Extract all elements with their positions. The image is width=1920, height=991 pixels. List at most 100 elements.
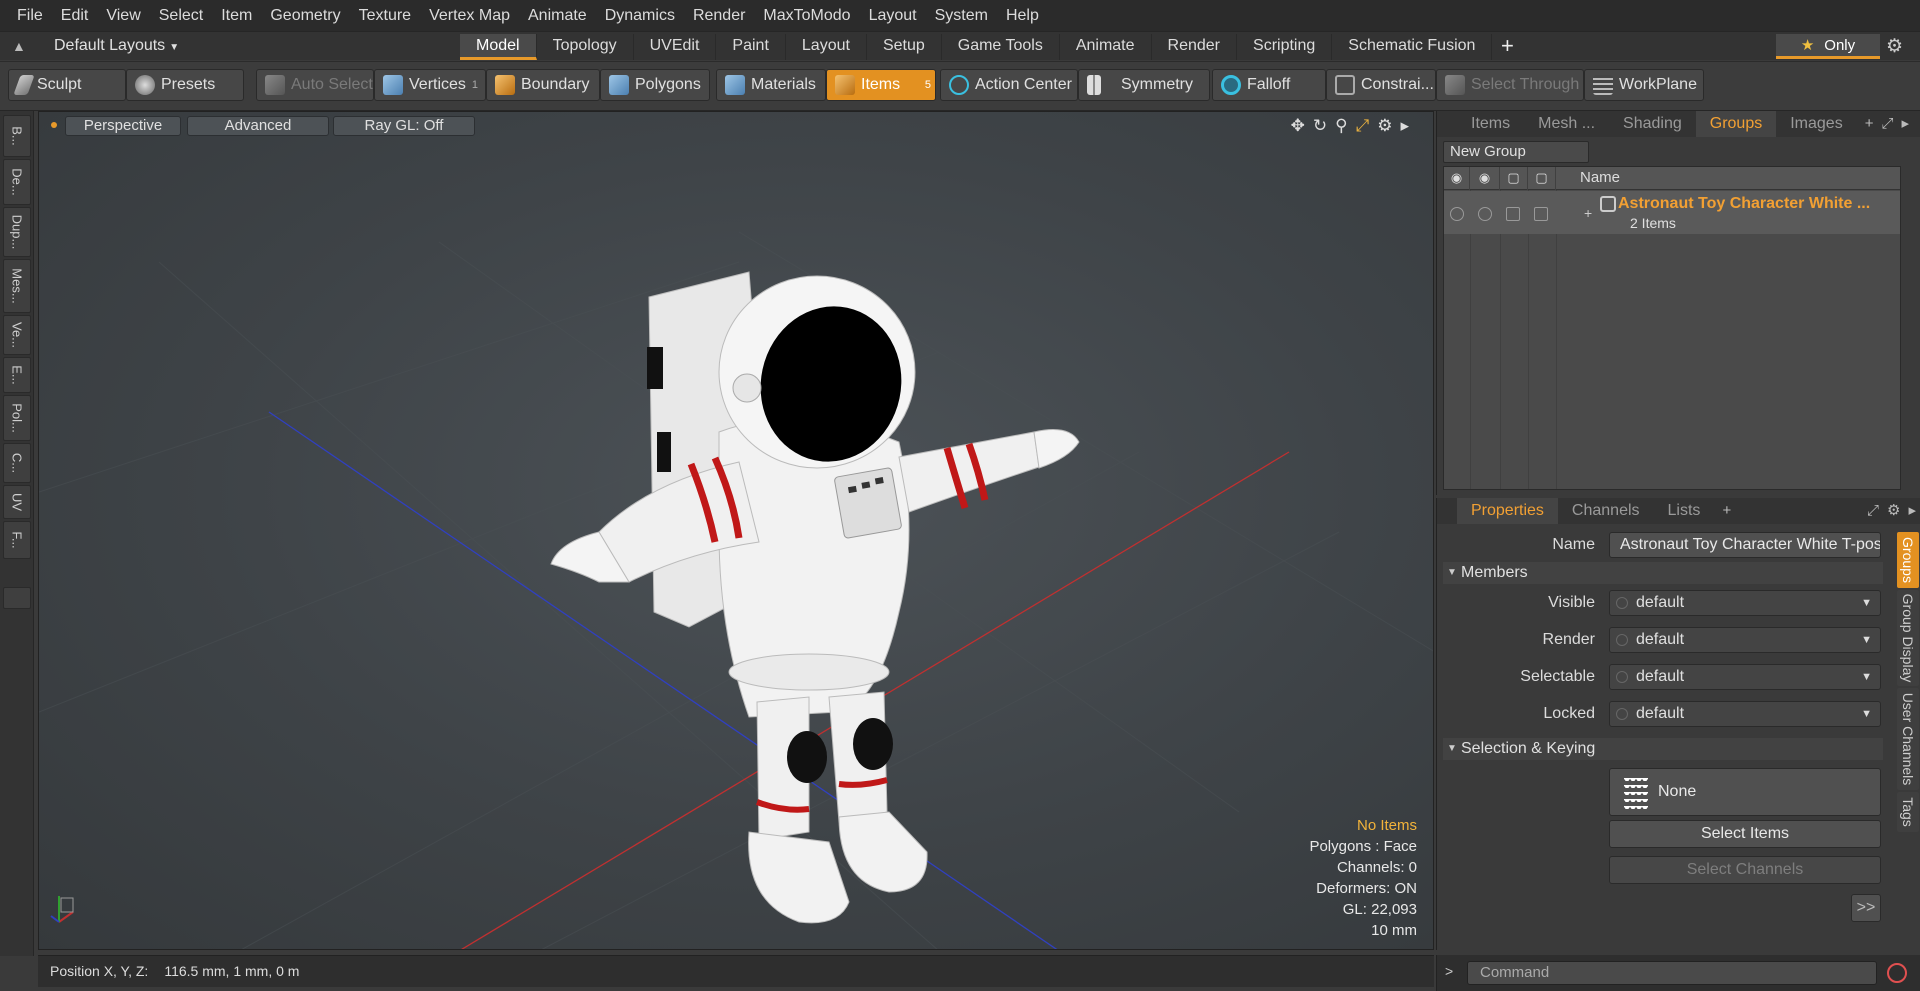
workplane-button[interactable]: WorkPlane — [1584, 69, 1704, 101]
menu-animate[interactable]: Animate — [519, 7, 596, 25]
properties-gear-icon[interactable]: ⚙ — [1887, 498, 1900, 524]
tab-mesh[interactable]: Mesh ... — [1524, 111, 1609, 137]
menu-item[interactable]: Item — [212, 7, 261, 25]
falloff-button[interactable]: Falloff — [1212, 69, 1326, 101]
items-button[interactable]: Items 5 — [826, 69, 936, 101]
zoom-view-icon[interactable]: ⚲ — [1335, 116, 1347, 136]
3d-viewport[interactable]: Perspective Advanced Ray GL: Off ✥ ↻ ⚲ ⤢… — [38, 111, 1434, 950]
gear-icon[interactable]: ⚙ — [1886, 35, 1903, 58]
name-field[interactable]: Astronaut Toy Character White T-pose — [1609, 532, 1881, 558]
members-section[interactable]: ▼ Members — [1443, 562, 1883, 584]
left-tab-uv[interactable]: UV — [3, 485, 31, 519]
tab-render[interactable]: Render — [1152, 34, 1238, 60]
auto-select-button[interactable]: Auto Select — [256, 69, 374, 101]
tab-channels[interactable]: Channels — [1558, 498, 1654, 524]
fit-view-icon[interactable]: ⤢ — [1356, 116, 1370, 136]
move-view-icon[interactable]: ✥ — [1291, 116, 1305, 136]
tab-groups[interactable]: Groups — [1695, 111, 1777, 137]
left-tab-curve[interactable]: C... — [3, 443, 31, 483]
tab-scripting[interactable]: Scripting — [1237, 34, 1333, 60]
menu-vertex-map[interactable]: Vertex Map — [420, 7, 519, 25]
tab-shading[interactable]: Shading — [1609, 111, 1696, 137]
tab-uvedit[interactable]: UVEdit — [634, 34, 717, 60]
menu-texture[interactable]: Texture — [350, 7, 420, 25]
row-lock-checkbox[interactable] — [1534, 207, 1548, 221]
only-button[interactable]: ★ Only — [1776, 34, 1880, 59]
key-mode-button[interactable]: None — [1609, 768, 1881, 816]
row-render-icon[interactable] — [1478, 207, 1492, 221]
panel-arrow-icon[interactable]: ▸ — [1901, 111, 1909, 137]
tab-layout[interactable]: Layout — [786, 34, 867, 60]
selection-keying-section[interactable]: ▼ Selection & Keying — [1443, 738, 1883, 760]
menu-render[interactable]: Render — [684, 7, 754, 25]
left-tab-deform[interactable]: De... — [3, 159, 31, 205]
left-tab-extra[interactable] — [3, 587, 31, 609]
perspective-button[interactable]: Perspective — [65, 116, 181, 136]
render-dropdown[interactable]: default ▼ — [1609, 627, 1881, 653]
viewport-menu-dot-icon[interactable] — [51, 122, 57, 128]
tab-images[interactable]: Images — [1776, 111, 1856, 137]
tab-topology[interactable]: Topology — [537, 34, 634, 60]
select-items-button[interactable]: Select Items — [1609, 820, 1881, 848]
boundary-button[interactable]: Boundary — [486, 69, 600, 101]
action-center-button[interactable]: Action Center — [940, 69, 1078, 101]
expand-right-icon[interactable]: ▸ — [1400, 116, 1409, 136]
tab-animate[interactable]: Animate — [1060, 34, 1152, 60]
render-icon[interactable]: ◉ — [1470, 167, 1500, 190]
row-visibility-icon[interactable] — [1450, 207, 1464, 221]
command-input[interactable]: Command — [1467, 961, 1877, 985]
menu-view[interactable]: View — [97, 7, 149, 25]
more-button[interactable]: >> — [1851, 894, 1881, 922]
raygl-button[interactable]: Ray GL: Off — [333, 116, 475, 136]
polygons-button[interactable]: Polygons — [600, 69, 710, 101]
tab-game-tools[interactable]: Game Tools — [942, 34, 1060, 60]
add-panel-tab-icon[interactable]: + — [1722, 498, 1731, 524]
menu-dynamics[interactable]: Dynamics — [596, 7, 684, 25]
tab-setup[interactable]: Setup — [867, 34, 942, 60]
left-tab-mesh[interactable]: Mes... — [3, 259, 31, 313]
select-cube-icon[interactable]: ▢ — [1500, 167, 1528, 190]
side-tab-groups[interactable]: Groups — [1897, 532, 1919, 588]
side-tab-group-display[interactable]: Group Display — [1897, 590, 1919, 686]
side-tab-user-channels[interactable]: User Channels — [1897, 688, 1919, 790]
side-tab-tags[interactable]: Tags — [1897, 792, 1919, 832]
add-tab-icon[interactable]: + — [1492, 34, 1522, 60]
sculpt-button[interactable]: Sculpt — [8, 69, 126, 101]
locked-dropdown[interactable]: default ▼ — [1609, 701, 1881, 727]
menu-help[interactable]: Help — [997, 7, 1048, 25]
maximize-icon[interactable]: ⤢ — [1867, 498, 1879, 524]
left-tab-polygon[interactable]: Pol... — [3, 395, 31, 441]
tab-properties[interactable]: Properties — [1457, 498, 1558, 524]
tab-schematic-fusion[interactable]: Schematic Fusion — [1332, 34, 1493, 60]
left-tab-basic[interactable]: B... — [3, 115, 31, 157]
visibility-eye-icon[interactable]: ◉ — [1444, 167, 1470, 190]
menu-geometry[interactable]: Geometry — [261, 7, 349, 25]
default-layouts-dropdown[interactable]: Default Layouts ▼ — [54, 37, 179, 55]
maximize-icon[interactable]: ⤢ — [1881, 111, 1893, 137]
constraints-button[interactable]: Constrai... — [1326, 69, 1436, 101]
record-macro-icon[interactable] — [1887, 963, 1907, 983]
select-through-button[interactable]: Select Through — [1436, 69, 1584, 101]
menu-file[interactable]: File — [8, 7, 52, 25]
menu-layout[interactable]: Layout — [860, 7, 926, 25]
expand-plus-icon[interactable]: + — [1584, 205, 1592, 221]
tab-lists[interactable]: Lists — [1654, 498, 1715, 524]
group-row[interactable]: + Astronaut Toy Character White ... 2 It… — [1444, 191, 1900, 234]
tab-items[interactable]: Items — [1457, 111, 1524, 137]
left-tab-fusion[interactable]: F... — [3, 521, 31, 559]
left-tab-vertex[interactable]: Ve... — [3, 315, 31, 355]
tab-paint[interactable]: Paint — [716, 34, 786, 60]
advanced-button[interactable]: Advanced — [187, 116, 329, 136]
vertices-button[interactable]: Vertices 1 — [374, 69, 486, 101]
visible-dropdown[interactable]: default ▼ — [1609, 590, 1881, 616]
left-tab-edge[interactable]: E... — [3, 357, 31, 393]
presets-button[interactable]: Presets — [126, 69, 244, 101]
viewport-settings-icon[interactable]: ⚙ — [1377, 116, 1392, 136]
menu-maxtomodo[interactable]: MaxToModo — [754, 7, 859, 25]
panel-arrow-icon[interactable]: ▸ — [1908, 498, 1916, 524]
add-panel-tab-icon[interactable]: + — [1865, 111, 1874, 137]
new-group-button[interactable]: New Group — [1443, 141, 1589, 163]
tab-model[interactable]: Model — [460, 34, 537, 60]
materials-button[interactable]: Materials — [716, 69, 826, 101]
selectable-dropdown[interactable]: default ▼ — [1609, 664, 1881, 690]
